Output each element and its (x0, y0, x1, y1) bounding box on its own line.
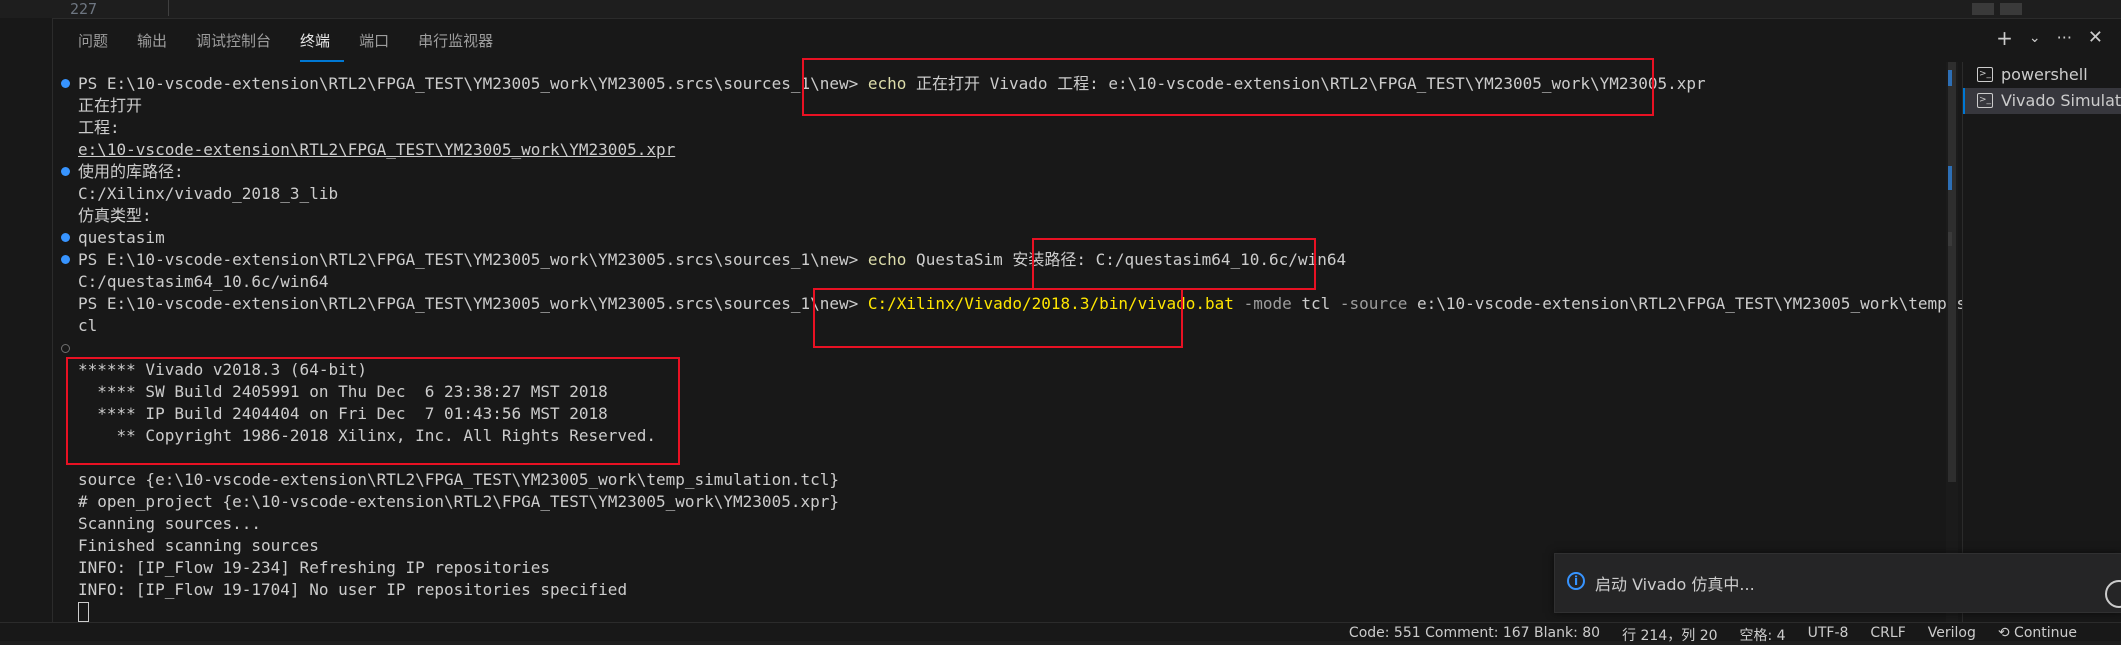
status-code-count[interactable]: Code: 551 Comment: 167 Blank: 80 (1349, 625, 1600, 645)
terminal-line: cl (78, 316, 98, 335)
command-success-icon[interactable] (61, 233, 70, 242)
terminal-line: 工程: (78, 118, 120, 137)
notification-toast[interactable]: i 启动 Vivado 仿真中... (1554, 553, 2121, 613)
minimap[interactable] (1972, 0, 2052, 15)
highlight-box (1032, 238, 1316, 290)
editor-divider (168, 0, 169, 16)
notification-message: 启动 Vivado 仿真中... (1595, 575, 1755, 594)
status-indentation[interactable]: 空格: 4 (1740, 625, 1786, 645)
add-terminal-icon[interactable]: + (1996, 28, 2013, 48)
command-success-icon[interactable] (61, 167, 70, 176)
activity-bar-edge (0, 18, 53, 622)
highlight-box (66, 357, 680, 465)
terminal-file-link[interactable]: e:\10-vscode-extension\RTL2\FPGA_TEST\YM… (78, 139, 675, 161)
terminal-line: # open_project {e:\10-vscode-extension\R… (78, 492, 839, 511)
terminal-icon: >_ (1977, 67, 1993, 82)
terminal-line: C:/questasim64_10.6c/win64 (78, 272, 329, 291)
status-language[interactable]: Verilog (1928, 625, 1976, 645)
more-icon[interactable]: ··· (2057, 28, 2072, 48)
status-encoding[interactable]: UTF-8 (1808, 625, 1849, 645)
terminal-line: 正在打开 (78, 96, 143, 115)
terminal-line: INFO: [IP_Flow 19-1704] No user IP repos… (78, 580, 628, 599)
terminal-line: questasim (78, 228, 165, 247)
terminal-icon: >_ (1977, 93, 1993, 108)
terminal-item-vivado-simulation[interactable]: >_ Vivado Simulat... (1963, 88, 2121, 114)
line-number: 227 (70, 0, 98, 18)
terminal-list: >_ powershell >_ Vivado Simulat... (1962, 62, 2121, 622)
highlight-box (802, 58, 1654, 116)
status-cursor-position[interactable]: 行 214，列 20 (1622, 625, 1717, 645)
command-success-icon[interactable] (61, 79, 70, 88)
tab-ports[interactable]: 端口 (359, 18, 403, 62)
scrollbar-marker (1948, 232, 1952, 246)
terminal-line: 使用的库路径: (78, 162, 184, 181)
tab-debug-console[interactable]: 调试控制台 (196, 18, 285, 62)
tab-terminal[interactable]: 终端 (300, 18, 345, 62)
terminal-line: source {e:\10-vscode-extension\RTL2\FPGA… (78, 470, 839, 489)
terminal-line: 仿真类型: (78, 206, 152, 225)
terminal-line: Finished scanning sources (78, 536, 319, 555)
command-success-icon[interactable] (61, 255, 70, 264)
tab-output[interactable]: 输出 (137, 18, 181, 62)
tab-serial-monitor[interactable]: 串行监视器 (418, 18, 507, 62)
close-icon[interactable]: ✕ (2088, 28, 2103, 48)
info-icon: i (1567, 572, 1585, 590)
scrollbar-marker (1948, 70, 1952, 86)
panel-actions: + ⌄ ··· ✕ (1996, 28, 2103, 49)
editor-area (0, 0, 2121, 18)
status-continue[interactable]: ⟲ Continue (1998, 625, 2099, 645)
status-bar: Code: 551 Comment: 167 Blank: 80 行 214，列… (0, 622, 2121, 644)
terminal-item-powershell[interactable]: >_ powershell (1963, 62, 2121, 88)
terminal-cursor (78, 602, 89, 622)
terminal-line: Scanning sources... (78, 514, 262, 533)
scrollbar-thumb[interactable] (1948, 62, 1956, 482)
chevron-down-icon[interactable]: ⌄ (2029, 28, 2041, 48)
status-eol[interactable]: CRLF (1870, 625, 1905, 645)
terminal-line: INFO: [IP_Flow 19-234] Refreshing IP rep… (78, 558, 551, 577)
scrollbar-marker (1948, 166, 1952, 190)
tab-problems[interactable]: 问题 (78, 18, 122, 62)
terminal-line: C:/Xilinx/vivado_2018_3_lib (78, 184, 339, 203)
panel-tabs: 问题 输出 调试控制台 终端 端口 串行监视器 (78, 18, 522, 62)
command-running-icon[interactable] (61, 344, 70, 353)
highlight-box (813, 288, 1183, 348)
